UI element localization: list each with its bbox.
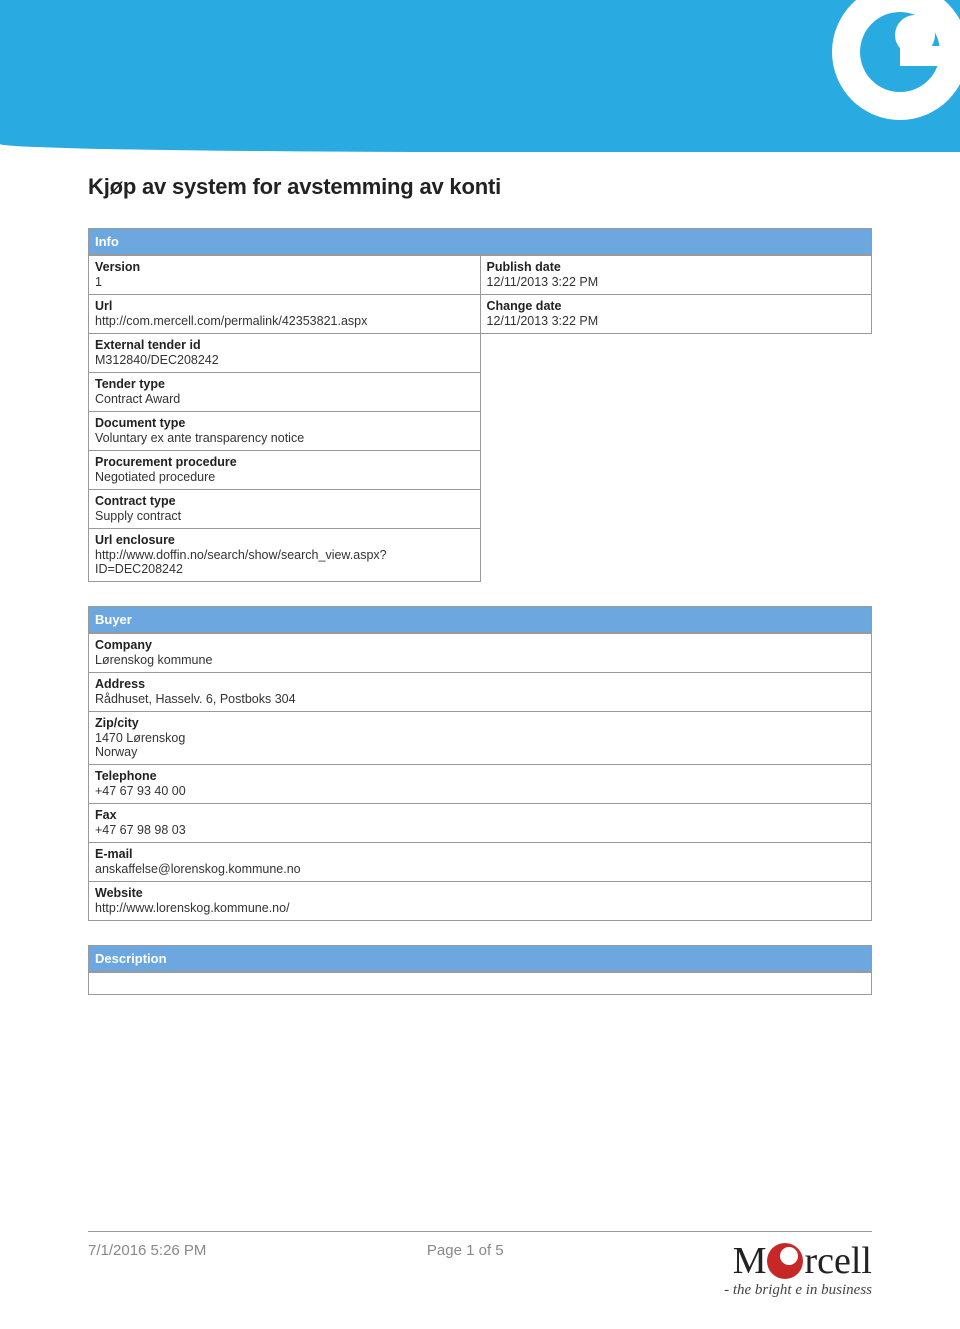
info-cell-procurement: Procurement procedure Negotiated procedu…: [89, 451, 481, 490]
value-change-date: 12/11/2013 3:22 PM: [487, 314, 866, 328]
value-address: Rådhuset, Hasselv. 6, Postboks 304: [95, 692, 865, 706]
info-cell-version: Version 1: [89, 256, 481, 295]
buyer-cell-fax: Fax +47 67 98 98 03: [89, 804, 872, 843]
description-section-header: Description: [88, 945, 872, 972]
buyer-cell-website: Website http://www.lorenskog.kommune.no/: [89, 882, 872, 921]
value-tender-type: Contract Award: [95, 392, 474, 406]
label-version: Version: [95, 260, 474, 274]
footer-logo: M rcell - the bright e in business: [724, 1242, 872, 1299]
description-table: [88, 972, 872, 995]
value-version: 1: [95, 275, 474, 289]
value-url-enclosure: http://www.doffin.no/search/show/search_…: [95, 548, 474, 576]
value-fax: +47 67 98 98 03: [95, 823, 865, 837]
buyer-cell-telephone: Telephone +47 67 93 40 00: [89, 765, 872, 804]
label-url: Url: [95, 299, 474, 313]
empty-cell: [480, 334, 872, 373]
description-body: [89, 973, 872, 995]
buyer-cell-email: E-mail anskaffelse@lorenskog.kommune.no: [89, 843, 872, 882]
label-tender-type: Tender type: [95, 377, 474, 391]
label-email: E-mail: [95, 847, 865, 861]
brand-e-icon: [800, 0, 960, 152]
label-document-type: Document type: [95, 416, 474, 430]
brand-e-icon: [767, 1243, 803, 1279]
label-external-id: External tender id: [95, 338, 474, 352]
value-company: Lørenskog kommune: [95, 653, 865, 667]
value-document-type: Voluntary ex ante transparency notice: [95, 431, 474, 445]
value-email: anskaffelse@lorenskog.kommune.no: [95, 862, 865, 876]
empty-cell: [480, 529, 872, 582]
empty-cell: [480, 412, 872, 451]
empty-cell: [480, 451, 872, 490]
value-external-id: M312840/DEC208242: [95, 353, 474, 367]
header-banner: [0, 0, 960, 152]
info-table: Version 1 Publish date 12/11/2013 3:22 P…: [88, 255, 872, 582]
empty-cell: [480, 490, 872, 529]
label-fax: Fax: [95, 808, 865, 822]
value-publish-date: 12/11/2013 3:22 PM: [487, 275, 866, 289]
brand-pre: M: [733, 1242, 767, 1280]
page-footer: 7/1/2016 5:26 PM Page 1 of 5 M rcell - t…: [88, 1231, 872, 1299]
mercell-wordmark: M rcell: [724, 1242, 872, 1280]
info-cell-url-enclosure: Url enclosure http://www.doffin.no/searc…: [89, 529, 481, 582]
label-contract-type: Contract type: [95, 494, 474, 508]
buyer-cell-zipcity: Zip/city 1470 Lørenskog Norway: [89, 712, 872, 765]
label-zipcity: Zip/city: [95, 716, 865, 730]
label-url-enclosure: Url enclosure: [95, 533, 474, 547]
info-cell-url: Url http://com.mercell.com/permalink/423…: [89, 295, 481, 334]
label-telephone: Telephone: [95, 769, 865, 783]
buyer-cell-company: Company Lørenskog kommune: [89, 634, 872, 673]
label-address: Address: [95, 677, 865, 691]
label-procurement: Procurement procedure: [95, 455, 474, 469]
value-telephone: +47 67 93 40 00: [95, 784, 865, 798]
info-cell-publish-date: Publish date 12/11/2013 3:22 PM: [480, 256, 872, 295]
brand-tagline: - the bright e in business: [724, 1282, 872, 1299]
page-title: Kjøp av system for avstemming av konti: [88, 174, 872, 200]
buyer-section-header: Buyer: [88, 606, 872, 633]
label-publish-date: Publish date: [487, 260, 866, 274]
info-cell-document-type: Document type Voluntary ex ante transpar…: [89, 412, 481, 451]
empty-cell: [480, 373, 872, 412]
footer-page: Page 1 of 5: [427, 1242, 504, 1259]
buyer-cell-address: Address Rådhuset, Hasselv. 6, Postboks 3…: [89, 673, 872, 712]
label-company: Company: [95, 638, 865, 652]
footer-date: 7/1/2016 5:26 PM: [88, 1242, 206, 1259]
value-procurement: Negotiated procedure: [95, 470, 474, 484]
value-zipcity: 1470 Lørenskog Norway: [95, 731, 865, 759]
value-url: http://com.mercell.com/permalink/4235382…: [95, 314, 474, 328]
info-cell-contract-type: Contract type Supply contract: [89, 490, 481, 529]
value-contract-type: Supply contract: [95, 509, 474, 523]
buyer-table: Company Lørenskog kommune Address Rådhus…: [88, 633, 872, 921]
info-cell-change-date: Change date 12/11/2013 3:22 PM: [480, 295, 872, 334]
info-section-header: Info: [88, 228, 872, 255]
info-cell-tender-type: Tender type Contract Award: [89, 373, 481, 412]
page-content: Kjøp av system for avstemming av konti I…: [0, 152, 960, 995]
value-website: http://www.lorenskog.kommune.no/: [95, 901, 865, 915]
label-change-date: Change date: [487, 299, 866, 313]
brand-post: rcell: [804, 1242, 872, 1280]
info-cell-external-id: External tender id M312840/DEC208242: [89, 334, 481, 373]
label-website: Website: [95, 886, 865, 900]
